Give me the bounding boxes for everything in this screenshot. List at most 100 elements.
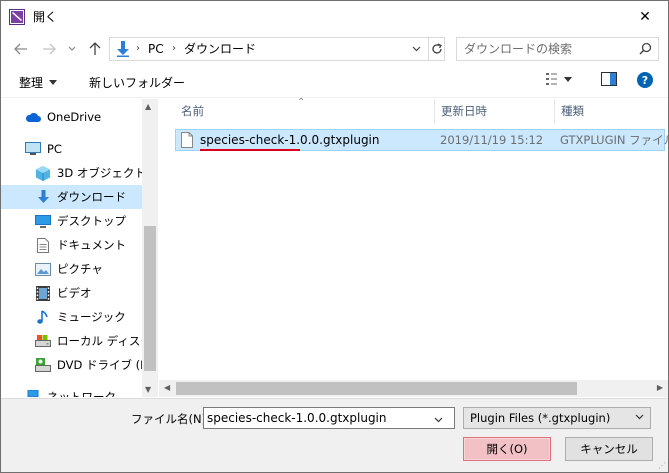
document-icon	[35, 237, 51, 253]
title-bar[interactable]: 開く ✕	[1, 1, 668, 32]
search-icon[interactable]	[639, 42, 652, 58]
red-underline-annotation	[200, 149, 300, 151]
nav-item-label: PC	[47, 142, 62, 156]
network-icon	[25, 389, 41, 397]
chevron-down-icon	[434, 417, 443, 423]
nav-item-videos[interactable]: ビデオ	[1, 281, 142, 305]
navigation-scrollbar[interactable]: ▲ ▼	[142, 99, 158, 397]
up-button[interactable]	[85, 38, 105, 60]
recent-locations-button[interactable]	[65, 38, 79, 60]
video-icon	[35, 285, 51, 301]
arrow-up-icon	[89, 42, 101, 55]
scroll-right-icon[interactable]: ▶	[657, 383, 663, 392]
nav-item-label: OneDrive	[47, 110, 102, 124]
pc-icon	[25, 141, 41, 157]
close-icon: ✕	[639, 8, 651, 25]
preview-pane-icon	[601, 72, 617, 86]
preview-pane-button[interactable]	[601, 72, 617, 86]
help-icon: ?	[637, 72, 653, 88]
cloud-icon	[25, 109, 41, 125]
window-title: 開く	[33, 10, 58, 24]
chevron-down-icon	[412, 46, 420, 52]
horizontal-scrollbar[interactable]: ◀ ▶	[159, 380, 668, 397]
nav-item-label: ミュージック	[57, 310, 126, 324]
nav-item-network[interactable]: ネットワーク	[1, 385, 142, 397]
scroll-left-icon[interactable]: ◀	[164, 383, 170, 392]
desktop-icon	[35, 213, 51, 229]
nav-item-label: ビデオ	[57, 286, 92, 300]
column-header-type[interactable]: 種類	[555, 99, 668, 123]
refresh-button[interactable]	[428, 38, 445, 60]
back-button[interactable]	[11, 38, 31, 60]
close-button[interactable]: ✕	[622, 1, 668, 32]
forward-button[interactable]	[39, 38, 59, 60]
address-dropdown-button[interactable]	[406, 40, 426, 58]
search-input[interactable]	[464, 41, 634, 57]
new-folder-button[interactable]: 新しいフォルダー	[89, 74, 185, 91]
address-separator: ›	[172, 43, 176, 54]
nav-item-label: ローカル ディスク (C	[57, 334, 142, 348]
nav-item-music[interactable]: ミュージック	[1, 305, 142, 329]
file-modified-date: 2019/11/19 15:12	[440, 133, 544, 147]
dialog-footer: ファイル名(N): Plugin Files (*.gtxplugin) 開く(…	[1, 398, 668, 472]
nav-item-label: DVD ドライブ (D:)	[57, 358, 142, 372]
dvd-icon	[35, 357, 51, 373]
app-icon	[9, 9, 25, 25]
chevron-down-icon	[68, 46, 76, 51]
refresh-icon	[432, 43, 442, 54]
arrow-right-icon	[43, 43, 56, 55]
filename-label: ファイル名(N):	[131, 412, 210, 426]
nav-item-pictures[interactable]: ピクチャ	[1, 257, 142, 281]
help-button[interactable]: ?	[637, 72, 653, 88]
music-icon	[35, 309, 51, 325]
view-options-button[interactable]	[545, 72, 572, 86]
nav-item-label: 3D オブジェクト	[57, 166, 142, 180]
command-bar: 整理 新しいフォルダー ?	[1, 66, 668, 98]
nav-item-documents[interactable]: ドキュメント	[1, 233, 142, 257]
cancel-button[interactable]: キャンセル	[565, 437, 653, 461]
nav-item-desktop[interactable]: デスクトップ	[1, 209, 142, 233]
address-segment-pc[interactable]: PC	[148, 42, 164, 56]
nav-item-local-disk[interactable]: ローカル ディスク (C	[1, 329, 142, 353]
caret-down-icon	[564, 76, 572, 82]
3d-objects-icon	[35, 165, 51, 181]
search-box[interactable]	[456, 37, 659, 61]
nav-item-label: デスクトップ	[57, 214, 126, 228]
navigation-pane[interactable]: OneDrive PC 3D オブジェクト ダウンロード デスクトップ ドキュメ…	[1, 99, 158, 397]
column-header-name[interactable]: 名前	[175, 99, 435, 123]
organize-button[interactable]: 整理	[19, 74, 58, 91]
file-icon	[181, 132, 193, 151]
filename-dropdown-button[interactable]	[434, 412, 443, 426]
picture-icon	[35, 261, 51, 277]
open-button[interactable]: 開く(O)	[463, 437, 551, 461]
scroll-down-icon[interactable]: ▼	[145, 385, 151, 394]
scroll-up-icon[interactable]: ▲	[145, 102, 151, 111]
nav-item-label: ドキュメント	[57, 238, 126, 252]
nav-item-3d-objects[interactable]: 3D オブジェクト	[1, 161, 142, 185]
file-type: GTXPLUGIN ファイル	[560, 133, 669, 147]
chevron-down-icon	[635, 414, 644, 420]
column-header-date[interactable]: 更新日時	[435, 99, 555, 123]
nav-item-label: ピクチャ	[57, 262, 103, 276]
file-type-select[interactable]: Plugin Files (*.gtxplugin)	[463, 407, 651, 429]
nav-item-dvd-drive[interactable]: DVD ドライブ (D:)	[1, 353, 142, 377]
scrollbar-thumb[interactable]	[176, 382, 577, 395]
nav-item-onedrive[interactable]: OneDrive	[1, 105, 142, 129]
nav-item-label: ネットワーク	[47, 390, 116, 397]
organize-label: 整理	[19, 76, 44, 90]
scrollbar-thumb[interactable]	[144, 226, 156, 371]
caret-down-icon	[49, 80, 58, 85]
download-icon	[35, 189, 51, 205]
download-icon	[116, 41, 130, 60]
file-row[interactable]: species-check-1.0.0.gtxplugin 2019/11/19…	[175, 129, 669, 151]
view-list-icon	[546, 73, 557, 85]
nav-item-pc[interactable]: PC	[1, 137, 142, 161]
file-name: species-check-1.0.0.gtxplugin	[200, 133, 380, 147]
address-segment-downloads[interactable]: ダウンロード	[184, 42, 256, 56]
open-file-dialog: 開く ✕ › PC › ダウンロード ダウンロードの検索 整理 新しいフォルダー…	[0, 0, 669, 473]
resize-grip-icon[interactable]: ⋰	[658, 461, 666, 470]
address-bar[interactable]: › PC › ダウンロード	[109, 37, 445, 61]
file-list[interactable]: ⌃ 名前 更新日時 種類 species-check-1.0.0.gtxplug…	[159, 97, 669, 397]
filename-input[interactable]	[203, 407, 455, 429]
nav-item-downloads[interactable]: ダウンロード	[1, 185, 142, 209]
